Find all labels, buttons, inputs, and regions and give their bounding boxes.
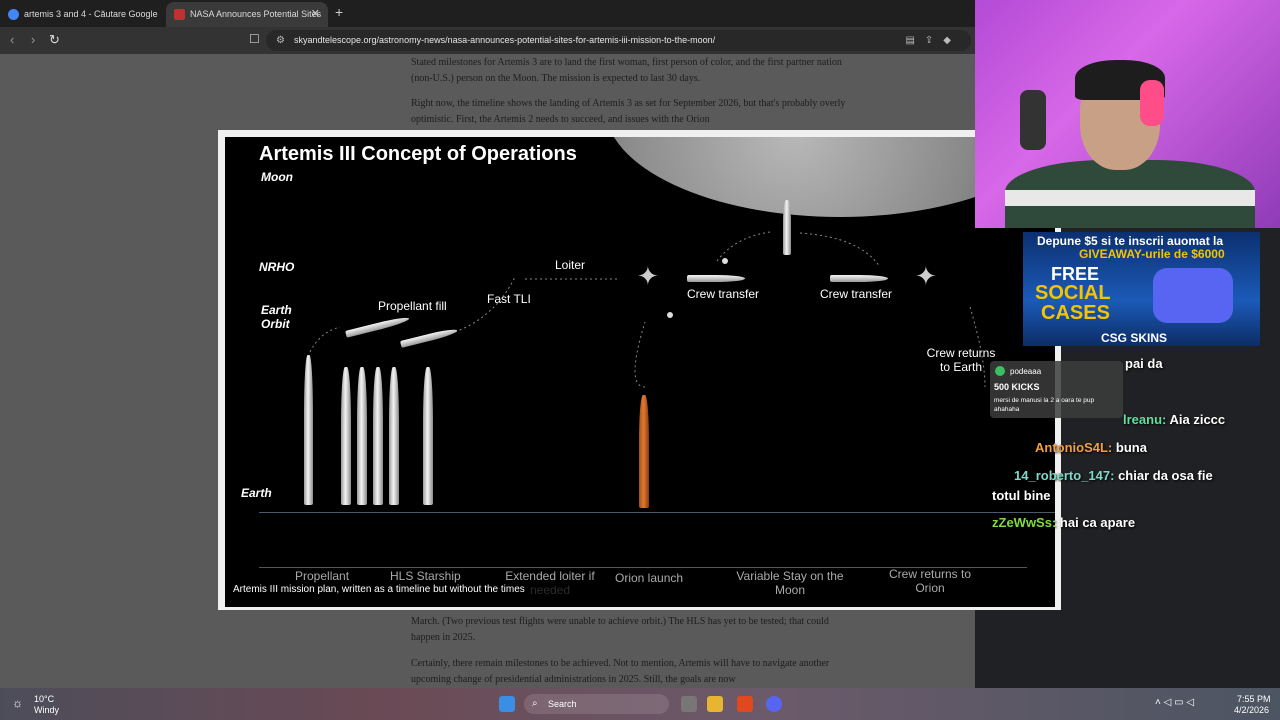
kick-alert: podeaaa 500 KICKS mersi de manusi la 2 a… bbox=[990, 361, 1123, 418]
discord-case-icon bbox=[1153, 268, 1233, 323]
site-info-icon[interactable]: ⚙ bbox=[276, 30, 285, 51]
new-tab-button[interactable]: + bbox=[335, 4, 343, 20]
phase-label: Crew returns to Orion bbox=[888, 567, 972, 595]
trajectory-paths bbox=[309, 231, 986, 388]
giveaway-banner: Depune $5 si te inscrii auomat la GIVEAW… bbox=[1023, 232, 1260, 346]
brave-icon[interactable] bbox=[737, 696, 753, 712]
ad-line2: GIVEAWAY-urile de $6000 bbox=[1079, 247, 1225, 261]
article-paragraph: March. (Two previous test flights were u… bbox=[411, 616, 829, 643]
lander-descent bbox=[783, 200, 791, 255]
hls-docked bbox=[687, 275, 745, 282]
search-placeholder: Search bbox=[548, 699, 577, 709]
chat-user: AntonioS4L: bbox=[1035, 440, 1113, 455]
shirt-stripe bbox=[1005, 190, 1255, 206]
chat-message: AntonioS4L: buna bbox=[1035, 440, 1147, 455]
artemis-tab-icon bbox=[174, 9, 185, 20]
article-paragraph: Right now, the timeline shows the landin… bbox=[411, 98, 846, 125]
chat-message: pai da bbox=[1125, 356, 1163, 371]
avatar bbox=[995, 366, 1005, 376]
address-actions[interactable]: ▤⇪◆ bbox=[905, 30, 961, 51]
tab-google[interactable]: artemis 3 and 4 - Căutare Google bbox=[0, 2, 165, 27]
tanker-rocket bbox=[357, 367, 367, 505]
ad-cases: CASES bbox=[1041, 302, 1110, 324]
image-caption: Artemis III mission plan, written as a t… bbox=[231, 583, 573, 597]
ad-brand: CSG SKINS bbox=[1101, 331, 1168, 345]
phase-label: Orion launch bbox=[615, 571, 684, 585]
browser-toolbar: ‹ › ↻ ☐ ⚙ skyandtelescope.org/astronomy-… bbox=[0, 27, 975, 54]
headphones bbox=[1140, 80, 1164, 126]
phase-label: Variable Stay on the Moon bbox=[736, 569, 844, 597]
address-bar[interactable]: ⚙ skyandtelescope.org/astronomy-news/nas… bbox=[266, 30, 971, 51]
bookmark-icon[interactable]: ☐ bbox=[249, 32, 260, 46]
tanker-rocket bbox=[389, 367, 399, 505]
tab-active[interactable]: NASA Announces Potential Sites ✕ bbox=[166, 2, 328, 27]
tanker-rocket bbox=[373, 367, 383, 505]
tab-title: artemis 3 and 4 - Căutare Google bbox=[24, 9, 158, 19]
starship-rocket bbox=[304, 355, 313, 505]
ad-line1: Depune $5 si te inscrii auomat la bbox=[1037, 234, 1224, 248]
hls-rocket bbox=[423, 367, 433, 505]
phase-label: Propellant bbox=[295, 569, 350, 583]
alert-message: mersi de manusi la 2 a oara te pup ahaha… bbox=[994, 397, 1095, 413]
clock-time: 7:55 PM bbox=[1237, 694, 1271, 704]
alert-amount: 500 KICKS bbox=[994, 382, 1040, 392]
tanker-rocket bbox=[341, 367, 351, 505]
chat-user: zZeWwSs: bbox=[992, 515, 1057, 530]
alert-user: podeaaa bbox=[1010, 367, 1042, 376]
microphone bbox=[1020, 90, 1046, 150]
orion-spacecraft: ✦ bbox=[637, 261, 659, 291]
phase-label: HLS Starship bbox=[390, 569, 461, 583]
tab-title: NASA Announces Potential Sites bbox=[190, 9, 322, 19]
forward-icon[interactable]: › bbox=[31, 32, 35, 47]
chat-message: lreanu: Aia ziccc bbox=[1123, 412, 1226, 427]
hls-docked bbox=[830, 275, 888, 282]
discord-icon[interactable] bbox=[766, 696, 782, 712]
chat-message: 14_roberto_147: chiar da osa fie bbox=[1014, 468, 1213, 483]
clock-date: 4/2/2026 bbox=[1234, 705, 1270, 715]
weather-icon[interactable]: ☼ bbox=[12, 696, 23, 710]
file-explorer-icon[interactable] bbox=[707, 696, 723, 712]
url-text: skyandtelescope.org/astronomy-news/nasa-… bbox=[294, 35, 716, 45]
search-icon: ⌕ bbox=[532, 698, 538, 709]
webcam-feed bbox=[975, 0, 1280, 228]
sls-rocket bbox=[639, 395, 649, 508]
taskbar: ☼ 10°C Windy ⌕ Search ˄ ◁ ▭ ◁ 7:55 PM 4/… bbox=[0, 688, 1280, 720]
close-tab-icon[interactable]: ✕ bbox=[311, 2, 320, 27]
reload-icon[interactable]: ↻ bbox=[49, 32, 60, 48]
article-paragraph: Stated milestones for Artemis 3 are to l… bbox=[411, 57, 842, 84]
article-paragraph: Certainly, there remain milestones to be… bbox=[411, 658, 830, 685]
chat-user: 14_roberto_147: bbox=[1014, 468, 1115, 483]
orion-spacecraft: ✦ bbox=[915, 261, 937, 291]
chat-user: lreanu: bbox=[1123, 412, 1167, 427]
task-view-icon[interactable] bbox=[681, 696, 697, 712]
weather-temp: 10°C bbox=[34, 694, 55, 704]
concept-diagram: Artemis III Concept of Operations Moon N… bbox=[225, 137, 1055, 607]
back-icon[interactable]: ‹ bbox=[10, 32, 14, 47]
earth-line bbox=[259, 512, 1055, 513]
chat-message: totul bine bbox=[992, 488, 1051, 503]
tray-icons[interactable]: ˄ ◁ ▭ ◁ bbox=[1155, 697, 1194, 708]
weather-text: Windy bbox=[34, 705, 60, 715]
search-box[interactable]: ⌕ Search bbox=[524, 694, 669, 714]
chat-message: zZeWwSs: hai ca apare bbox=[992, 515, 1136, 530]
google-icon bbox=[8, 9, 19, 20]
windows-icon[interactable] bbox=[499, 696, 515, 712]
